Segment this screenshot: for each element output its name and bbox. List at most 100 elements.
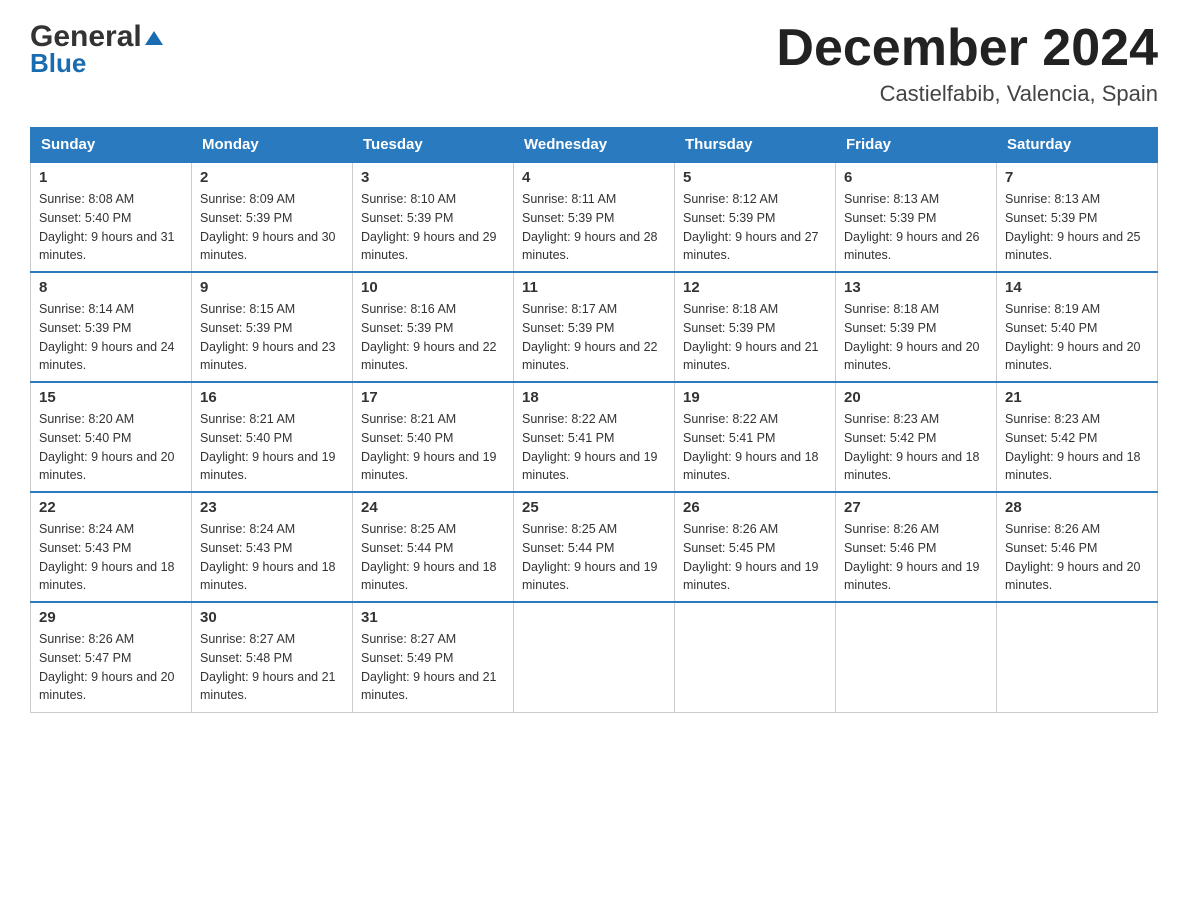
- day-info: Sunrise: 8:26 AMSunset: 5:46 PMDaylight:…: [844, 520, 988, 595]
- location-title: Castielfabib, Valencia, Spain: [776, 81, 1158, 107]
- day-info: Sunrise: 8:18 AMSunset: 5:39 PMDaylight:…: [844, 300, 988, 375]
- day-info: Sunrise: 8:20 AMSunset: 5:40 PMDaylight:…: [39, 410, 183, 485]
- day-number: 19: [683, 389, 827, 406]
- day-number: 23: [200, 499, 344, 516]
- day-number: 1: [39, 169, 183, 186]
- table-row: 22 Sunrise: 8:24 AMSunset: 5:43 PMDayligh…: [31, 492, 192, 602]
- day-info: Sunrise: 8:23 AMSunset: 5:42 PMDaylight:…: [844, 410, 988, 485]
- logo-triangle-icon: [145, 31, 163, 45]
- day-number: 18: [522, 389, 666, 406]
- col-thursday: Thursday: [675, 128, 836, 163]
- day-number: 16: [200, 389, 344, 406]
- table-row: [514, 602, 675, 712]
- table-row: 14Sunrise: 8:19 AMSunset: 5:40 PMDayligh…: [997, 272, 1158, 382]
- day-number: 26: [683, 499, 827, 516]
- day-info: Sunrise: 8:26 AMSunset: 5:46 PMDaylight:…: [1005, 520, 1149, 595]
- col-monday: Monday: [192, 128, 353, 163]
- day-info: Sunrise: 8:13 AMSunset: 5:39 PMDaylight:…: [1005, 190, 1149, 265]
- calendar-week-row: 29 Sunrise: 8:26 AMSunset: 5:47 PMDayligh…: [31, 602, 1158, 712]
- day-number: 29: [39, 609, 183, 626]
- day-number: 11: [522, 279, 666, 296]
- table-row: 17 Sunrise: 8:21 AMSunset: 5:40 PMDayligh…: [353, 382, 514, 492]
- table-row: 18 Sunrise: 8:22 AMSunset: 5:41 PMDayligh…: [514, 382, 675, 492]
- day-number: 3: [361, 169, 505, 186]
- day-info: Sunrise: 8:22 AMSunset: 5:41 PMDaylight:…: [522, 410, 666, 485]
- day-number: 7: [1005, 169, 1149, 186]
- day-info: Sunrise: 8:21 AMSunset: 5:40 PMDaylight:…: [361, 410, 505, 485]
- table-row: 6Sunrise: 8:13 AMSunset: 5:39 PMDaylight…: [836, 162, 997, 272]
- day-number: 27: [844, 499, 988, 516]
- day-info: Sunrise: 8:09 AMSunset: 5:39 PMDaylight:…: [200, 190, 344, 265]
- table-row: 16 Sunrise: 8:21 AMSunset: 5:40 PMDayligh…: [192, 382, 353, 492]
- col-tuesday: Tuesday: [353, 128, 514, 163]
- calendar-week-row: 8Sunrise: 8:14 AMSunset: 5:39 PMDaylight…: [31, 272, 1158, 382]
- table-row: [836, 602, 997, 712]
- table-row: 26 Sunrise: 8:26 AMSunset: 5:45 PMDayligh…: [675, 492, 836, 602]
- day-number: 30: [200, 609, 344, 626]
- col-friday: Friday: [836, 128, 997, 163]
- col-saturday: Saturday: [997, 128, 1158, 163]
- table-row: [997, 602, 1158, 712]
- day-number: 5: [683, 169, 827, 186]
- month-title: December 2024: [776, 20, 1158, 77]
- day-info: Sunrise: 8:18 AMSunset: 5:39 PMDaylight:…: [683, 300, 827, 375]
- table-row: 30 Sunrise: 8:27 AMSunset: 5:48 PMDayligh…: [192, 602, 353, 712]
- table-row: 24 Sunrise: 8:25 AMSunset: 5:44 PMDayligh…: [353, 492, 514, 602]
- title-block: December 2024 Castielfabib, Valencia, Sp…: [776, 20, 1158, 107]
- day-info: Sunrise: 8:27 AMSunset: 5:48 PMDaylight:…: [200, 630, 344, 705]
- table-row: 19Sunrise: 8:22 AMSunset: 5:41 PMDayligh…: [675, 382, 836, 492]
- calendar-table: Sunday Monday Tuesday Wednesday Thursday…: [30, 127, 1158, 713]
- table-row: 13 Sunrise: 8:18 AMSunset: 5:39 PMDayligh…: [836, 272, 997, 382]
- table-row: 3 Sunrise: 8:10 AMSunset: 5:39 PMDaylight…: [353, 162, 514, 272]
- logo: General Blue: [30, 20, 163, 79]
- day-info: Sunrise: 8:26 AMSunset: 5:45 PMDaylight:…: [683, 520, 827, 595]
- calendar-week-row: 22 Sunrise: 8:24 AMSunset: 5:43 PMDayligh…: [31, 492, 1158, 602]
- day-number: 20: [844, 389, 988, 406]
- table-row: 10Sunrise: 8:16 AMSunset: 5:39 PMDayligh…: [353, 272, 514, 382]
- logo-blue: Blue: [30, 48, 86, 79]
- day-info: Sunrise: 8:11 AMSunset: 5:39 PMDaylight:…: [522, 190, 666, 265]
- day-number: 21: [1005, 389, 1149, 406]
- day-number: 9: [200, 279, 344, 296]
- col-wednesday: Wednesday: [514, 128, 675, 163]
- day-info: Sunrise: 8:26 AMSunset: 5:47 PMDaylight:…: [39, 630, 183, 705]
- day-info: Sunrise: 8:21 AMSunset: 5:40 PMDaylight:…: [200, 410, 344, 485]
- table-row: 7 Sunrise: 8:13 AMSunset: 5:39 PMDaylight…: [997, 162, 1158, 272]
- table-row: 20 Sunrise: 8:23 AMSunset: 5:42 PMDayligh…: [836, 382, 997, 492]
- day-number: 15: [39, 389, 183, 406]
- table-row: 2 Sunrise: 8:09 AMSunset: 5:39 PMDaylight…: [192, 162, 353, 272]
- day-number: 22: [39, 499, 183, 516]
- day-number: 31: [361, 609, 505, 626]
- day-number: 24: [361, 499, 505, 516]
- table-row: 15 Sunrise: 8:20 AMSunset: 5:40 PMDayligh…: [31, 382, 192, 492]
- day-info: Sunrise: 8:19 AMSunset: 5:40 PMDaylight:…: [1005, 300, 1149, 375]
- calendar-week-row: 15 Sunrise: 8:20 AMSunset: 5:40 PMDayligh…: [31, 382, 1158, 492]
- col-sunday: Sunday: [31, 128, 192, 163]
- day-number: 28: [1005, 499, 1149, 516]
- page-header: General Blue December 2024 Castielfabib,…: [30, 20, 1158, 107]
- table-row: 5 Sunrise: 8:12 AMSunset: 5:39 PMDaylight…: [675, 162, 836, 272]
- day-number: 13: [844, 279, 988, 296]
- day-info: Sunrise: 8:25 AMSunset: 5:44 PMDaylight:…: [361, 520, 505, 595]
- table-row: 1 Sunrise: 8:08 AMSunset: 5:40 PMDaylight…: [31, 162, 192, 272]
- day-number: 2: [200, 169, 344, 186]
- day-info: Sunrise: 8:08 AMSunset: 5:40 PMDaylight:…: [39, 190, 183, 265]
- day-info: Sunrise: 8:17 AMSunset: 5:39 PMDaylight:…: [522, 300, 666, 375]
- table-row: 21Sunrise: 8:23 AMSunset: 5:42 PMDayligh…: [997, 382, 1158, 492]
- table-row: [675, 602, 836, 712]
- day-number: 17: [361, 389, 505, 406]
- table-row: 23 Sunrise: 8:24 AMSunset: 5:43 PMDayligh…: [192, 492, 353, 602]
- day-info: Sunrise: 8:24 AMSunset: 5:43 PMDaylight:…: [200, 520, 344, 595]
- calendar-header-row: Sunday Monday Tuesday Wednesday Thursday…: [31, 128, 1158, 163]
- day-info: Sunrise: 8:12 AMSunset: 5:39 PMDaylight:…: [683, 190, 827, 265]
- table-row: 27 Sunrise: 8:26 AMSunset: 5:46 PMDayligh…: [836, 492, 997, 602]
- table-row: 29 Sunrise: 8:26 AMSunset: 5:47 PMDayligh…: [31, 602, 192, 712]
- day-info: Sunrise: 8:10 AMSunset: 5:39 PMDaylight:…: [361, 190, 505, 265]
- table-row: 4Sunrise: 8:11 AMSunset: 5:39 PMDaylight…: [514, 162, 675, 272]
- day-info: Sunrise: 8:15 AMSunset: 5:39 PMDaylight:…: [200, 300, 344, 375]
- day-number: 12: [683, 279, 827, 296]
- day-info: Sunrise: 8:24 AMSunset: 5:43 PMDaylight:…: [39, 520, 183, 595]
- day-info: Sunrise: 8:16 AMSunset: 5:39 PMDaylight:…: [361, 300, 505, 375]
- table-row: 9 Sunrise: 8:15 AMSunset: 5:39 PMDaylight…: [192, 272, 353, 382]
- calendar-week-row: 1 Sunrise: 8:08 AMSunset: 5:40 PMDaylight…: [31, 162, 1158, 272]
